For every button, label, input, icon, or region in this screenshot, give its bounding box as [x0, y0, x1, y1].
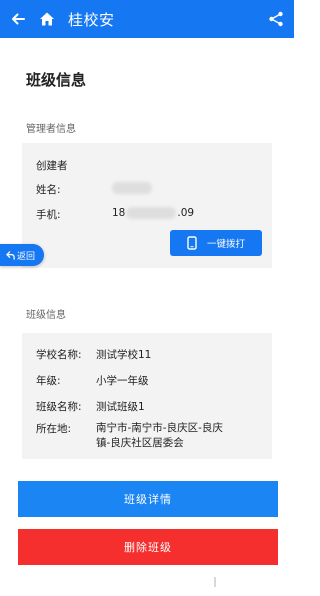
- class-name-row: 班级名称: 测试班级1: [36, 399, 145, 414]
- school-name-row: 学校名称: 测试学校11: [36, 347, 151, 362]
- share-icon[interactable]: [268, 0, 284, 38]
- screen: 桂校安 班级信息 管理者信息 创建者 姓名: 手机: 18 .09 一键拨打 返…: [0, 0, 294, 596]
- app-title: 桂校安: [68, 10, 115, 29]
- class-name-value: 测试班级1: [96, 401, 145, 413]
- phone-prefix: 18: [112, 207, 126, 219]
- phone-icon: [187, 236, 197, 250]
- grade-row: 年级: 小学一年级: [36, 373, 149, 388]
- location-value: 南宁市-南宁市-良庆区-良庆 镇-良庆社区居委会: [96, 421, 223, 451]
- floating-back-button[interactable]: 返回: [0, 244, 44, 266]
- class-detail-button[interactable]: 班级详情: [18, 481, 278, 517]
- page-title: 班级信息: [26, 71, 87, 89]
- phone-suffix: .09: [177, 207, 195, 219]
- phone-label: 手机:: [36, 209, 61, 221]
- school-name-label: 学校名称:: [36, 349, 82, 361]
- floating-back-label: 返回: [17, 251, 36, 262]
- back-arrow-icon[interactable]: [0, 0, 36, 38]
- name-value-redacted: [96, 182, 152, 197]
- phone-row: 手机: 18 .09: [36, 207, 194, 222]
- name-row: 姓名:: [36, 182, 152, 197]
- call-button[interactable]: 一键拨打: [170, 230, 262, 256]
- class-info-card: 学校名称: 测试学校11 年级: 小学一年级 班级名称: 测试班级1 所在地: …: [22, 333, 272, 459]
- call-button-label: 一键拨打: [206, 239, 245, 250]
- location-label: 所在地:: [36, 423, 72, 435]
- creator-label: 创建者: [36, 160, 68, 172]
- grade-label: 年级:: [36, 375, 61, 387]
- class-name-label: 班级名称:: [36, 401, 82, 413]
- class-section-label: 班级信息: [26, 310, 66, 321]
- bottom-area: [0, 571, 294, 596]
- name-label: 姓名:: [36, 184, 61, 196]
- grade-value: 小学一年级: [96, 375, 149, 387]
- location-value-line1: 南宁市-南宁市-良庆区-良庆: [96, 422, 223, 434]
- return-arrow-icon: [6, 250, 15, 260]
- home-icon[interactable]: [36, 0, 58, 38]
- admin-info-card: 创建者 姓名: 手机: 18 .09 一键拨打: [22, 143, 272, 268]
- creator-row: 创建者: [36, 158, 96, 173]
- app-bar: 桂校安: [0, 0, 294, 38]
- location-value-line2: 镇-良庆社区居委会: [96, 437, 184, 449]
- school-name-value: 测试学校11: [96, 349, 152, 361]
- phone-redacted: [126, 207, 177, 219]
- divider: [214, 577, 216, 587]
- admin-section-label: 管理者信息: [26, 124, 76, 135]
- delete-class-button[interactable]: 删除班级: [18, 529, 278, 565]
- location-row: 所在地: 南宁市-南宁市-良庆区-良庆 镇-良庆社区居委会: [36, 421, 223, 451]
